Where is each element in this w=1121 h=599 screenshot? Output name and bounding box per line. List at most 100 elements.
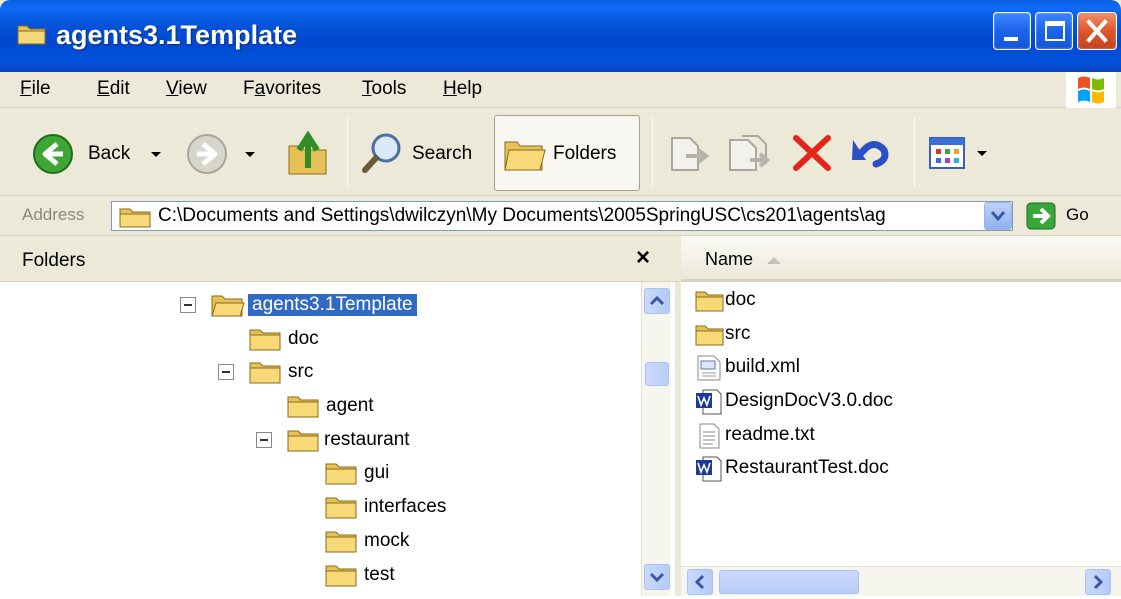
menu-bar: File Edit View Favorites Tools Help (0, 72, 1121, 108)
menu-favorites-label: vorites (265, 78, 322, 99)
menu-view[interactable]: View (166, 78, 207, 100)
tree-item-restaurant[interactable]: restaurant (256, 425, 506, 455)
collapse-icon[interactable] (218, 364, 234, 380)
tree-label: src (288, 361, 314, 382)
folders-vertical-scrollbar[interactable] (641, 282, 671, 596)
address-input[interactable]: C:\Documents and Settings\dwilczyn\My Do… (111, 201, 1013, 231)
folders-label: Folders (553, 143, 617, 164)
folders-pane-close-icon[interactable]: × (636, 244, 650, 272)
tree-item-interfaces[interactable]: interfaces (324, 492, 524, 522)
folders-icon (504, 141, 546, 171)
xml-file-icon (697, 355, 721, 381)
menu-tools[interactable]: Tools (362, 78, 406, 100)
sort-ascending-icon (767, 257, 781, 264)
tree-item-test[interactable]: test (324, 560, 524, 590)
search-label: Search (412, 143, 473, 164)
tree-item-mock[interactable]: mock (324, 526, 524, 556)
text-file-icon (699, 423, 720, 449)
close-icon (1086, 19, 1108, 43)
name-column-header[interactable]: Name (681, 236, 1121, 282)
menu-favorites-pre: F (243, 78, 255, 99)
views-button[interactable] (928, 136, 994, 170)
folders-pane-header: Folders × (0, 236, 678, 282)
search-button[interactable]: Search (360, 130, 482, 176)
forward-button[interactable] (184, 133, 264, 174)
undo-icon[interactable] (848, 130, 896, 176)
explorer-window: agents3.1Template File Edit View Favorit… (0, 0, 1121, 596)
delete-icon[interactable] (790, 132, 834, 174)
files-pane: Name doc src build.xml DesignDocV3.0.doc… (681, 236, 1121, 596)
maximize-button[interactable] (1035, 12, 1073, 50)
tree-item-src[interactable]: src (218, 357, 418, 387)
go-button[interactable]: Go (1026, 199, 1116, 233)
folder-icon (325, 531, 357, 553)
tree-label: mock (364, 530, 410, 551)
scroll-down-button[interactable] (644, 564, 670, 590)
tree-item-agents3.1Template[interactable]: agents3.1Template (180, 290, 480, 320)
forward-dropdown-icon (245, 152, 255, 157)
menu-tools-label: ools (371, 78, 407, 99)
menu-help-label: elp (456, 78, 483, 99)
file-item-designdoc[interactable]: DesignDocV3.0.doc (695, 387, 955, 417)
folder-icon (119, 208, 151, 228)
file-name: build.xml (725, 356, 800, 377)
up-folder-icon[interactable] (286, 128, 332, 178)
tree-item-doc[interactable]: doc (248, 324, 448, 354)
title-bar[interactable]: agents3.1Template (0, 0, 1121, 72)
standard-toolbar: Back Search Folders (0, 108, 1121, 196)
tree-item-agent[interactable]: agent (286, 391, 486, 421)
file-name: DesignDocV3.0.doc (725, 390, 893, 411)
scroll-thumb[interactable] (645, 362, 669, 386)
folders-button[interactable]: Folders (494, 115, 640, 191)
menu-favorites[interactable]: Favorites (243, 78, 321, 100)
folder-icon (249, 329, 281, 351)
collapse-icon[interactable] (180, 297, 196, 313)
back-button[interactable]: Back (30, 133, 170, 174)
collapse-icon[interactable] (256, 432, 272, 448)
scroll-left-button[interactable] (687, 569, 713, 595)
minimize-button[interactable] (993, 12, 1031, 50)
menu-file[interactable]: File (20, 78, 51, 100)
chevron-right-icon (1093, 574, 1104, 590)
files-horizontal-scrollbar[interactable] (681, 566, 1121, 596)
chevron-down-icon (990, 211, 1006, 222)
file-item-doc[interactable]: doc (695, 286, 895, 316)
menu-help-accel: H (443, 78, 457, 99)
toolbar-separator (652, 118, 653, 186)
tree-label: doc (288, 328, 319, 349)
folders-pane: Folders × agents3.1Template doc src agen… (0, 236, 678, 596)
folder-icon (325, 463, 357, 485)
chevron-down-icon (649, 572, 665, 583)
menu-edit-label: dit (109, 78, 130, 99)
scroll-right-button[interactable] (1085, 569, 1111, 595)
open-folder-icon (211, 295, 245, 317)
tree-item-gui[interactable]: gui (324, 458, 524, 488)
tree-label: gui (364, 462, 390, 483)
close-button[interactable] (1077, 12, 1117, 50)
folder-icon (17, 25, 46, 45)
toolbar-separator (347, 118, 348, 186)
folder-icon (325, 565, 357, 587)
file-name: RestaurantTest.doc (725, 457, 889, 478)
file-item-readme[interactable]: readme.txt (695, 421, 895, 451)
menu-help[interactable]: Help (443, 78, 482, 100)
scroll-thumb[interactable] (719, 570, 859, 594)
address-dropdown-button[interactable] (984, 202, 1012, 230)
folder-icon (325, 497, 357, 519)
name-column-label: Name (705, 249, 754, 269)
file-name: src (725, 323, 751, 344)
file-item-build-xml[interactable]: build.xml (695, 353, 895, 383)
menu-edit[interactable]: Edit (97, 78, 130, 100)
file-item-restauranttest[interactable]: RestaurantTest.doc (695, 454, 955, 484)
copy-to-icon[interactable] (724, 130, 774, 176)
back-dropdown-icon[interactable] (150, 151, 162, 159)
folder-icon (287, 396, 319, 418)
menu-view-label: iew (178, 78, 207, 99)
menu-file-label: ile (31, 78, 51, 99)
menu-edit-accel: E (97, 78, 110, 99)
tree-label: test (364, 564, 395, 585)
move-to-icon[interactable] (666, 130, 712, 176)
file-item-src[interactable]: src (695, 320, 895, 350)
address-path: C:\Documents and Settings\dwilczyn\My Do… (158, 205, 886, 226)
scroll-up-button[interactable] (644, 288, 670, 314)
